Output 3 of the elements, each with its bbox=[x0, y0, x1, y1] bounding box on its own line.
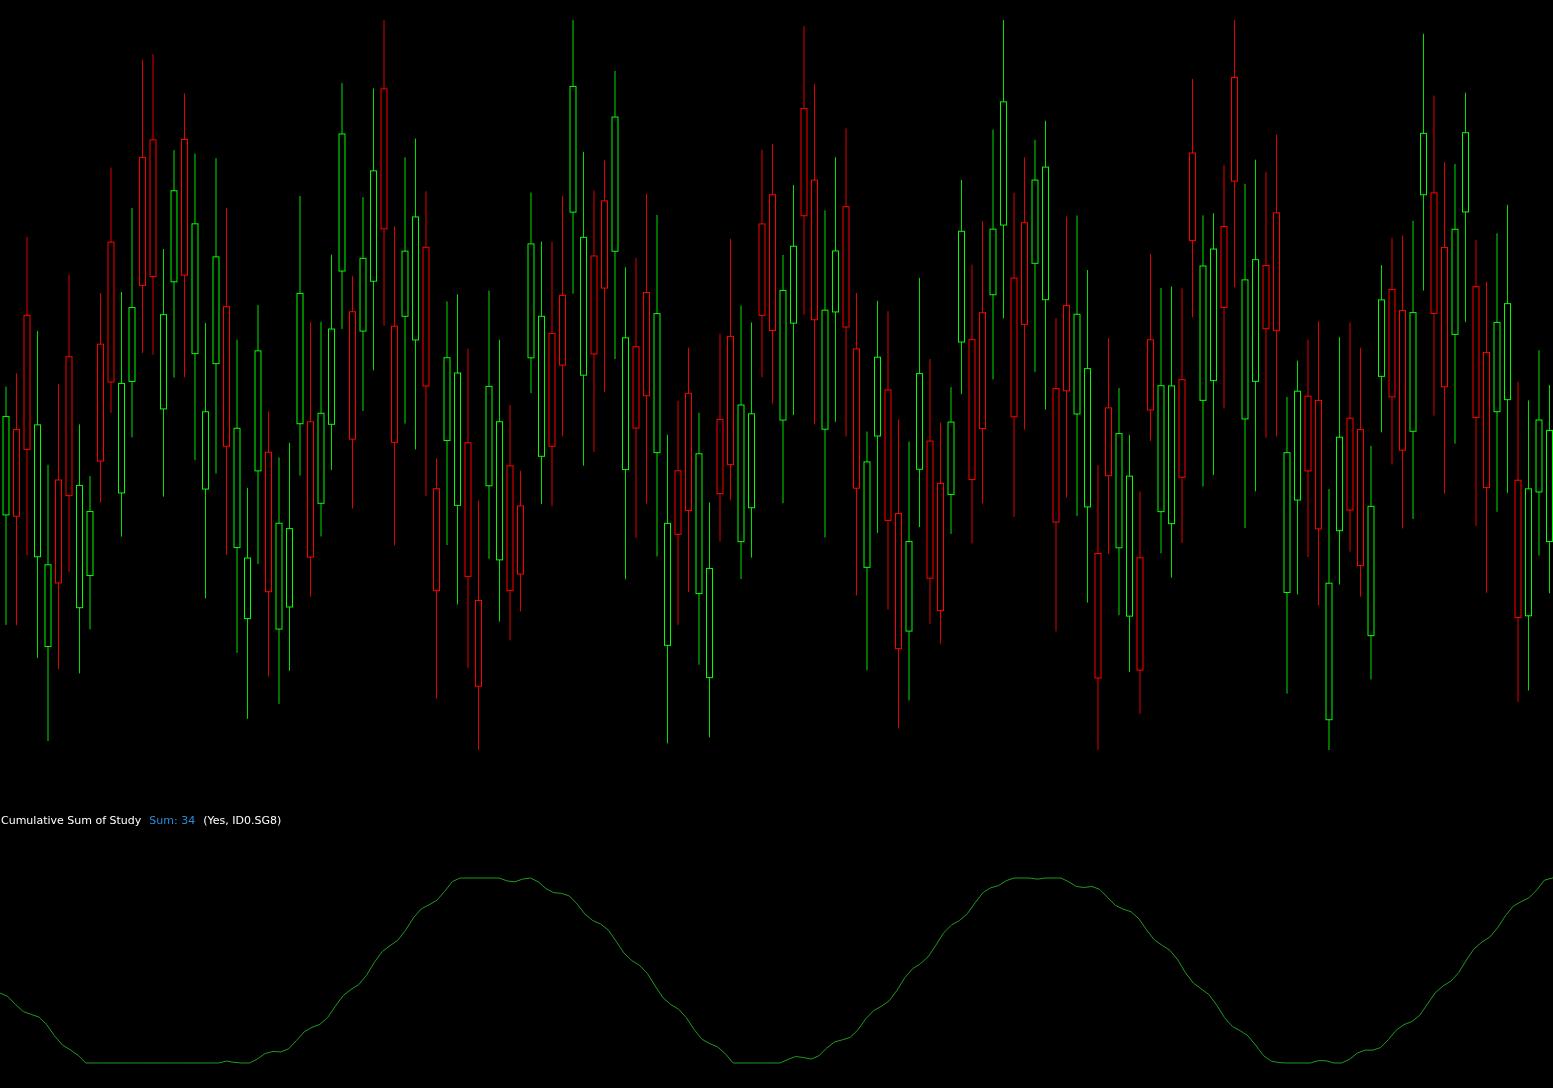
study-title: Cumulative Sum of Study bbox=[1, 814, 142, 829]
study-params: (Yes, ID0.SG8) bbox=[203, 814, 282, 829]
sum-value: Sum: 34 bbox=[149, 814, 196, 829]
